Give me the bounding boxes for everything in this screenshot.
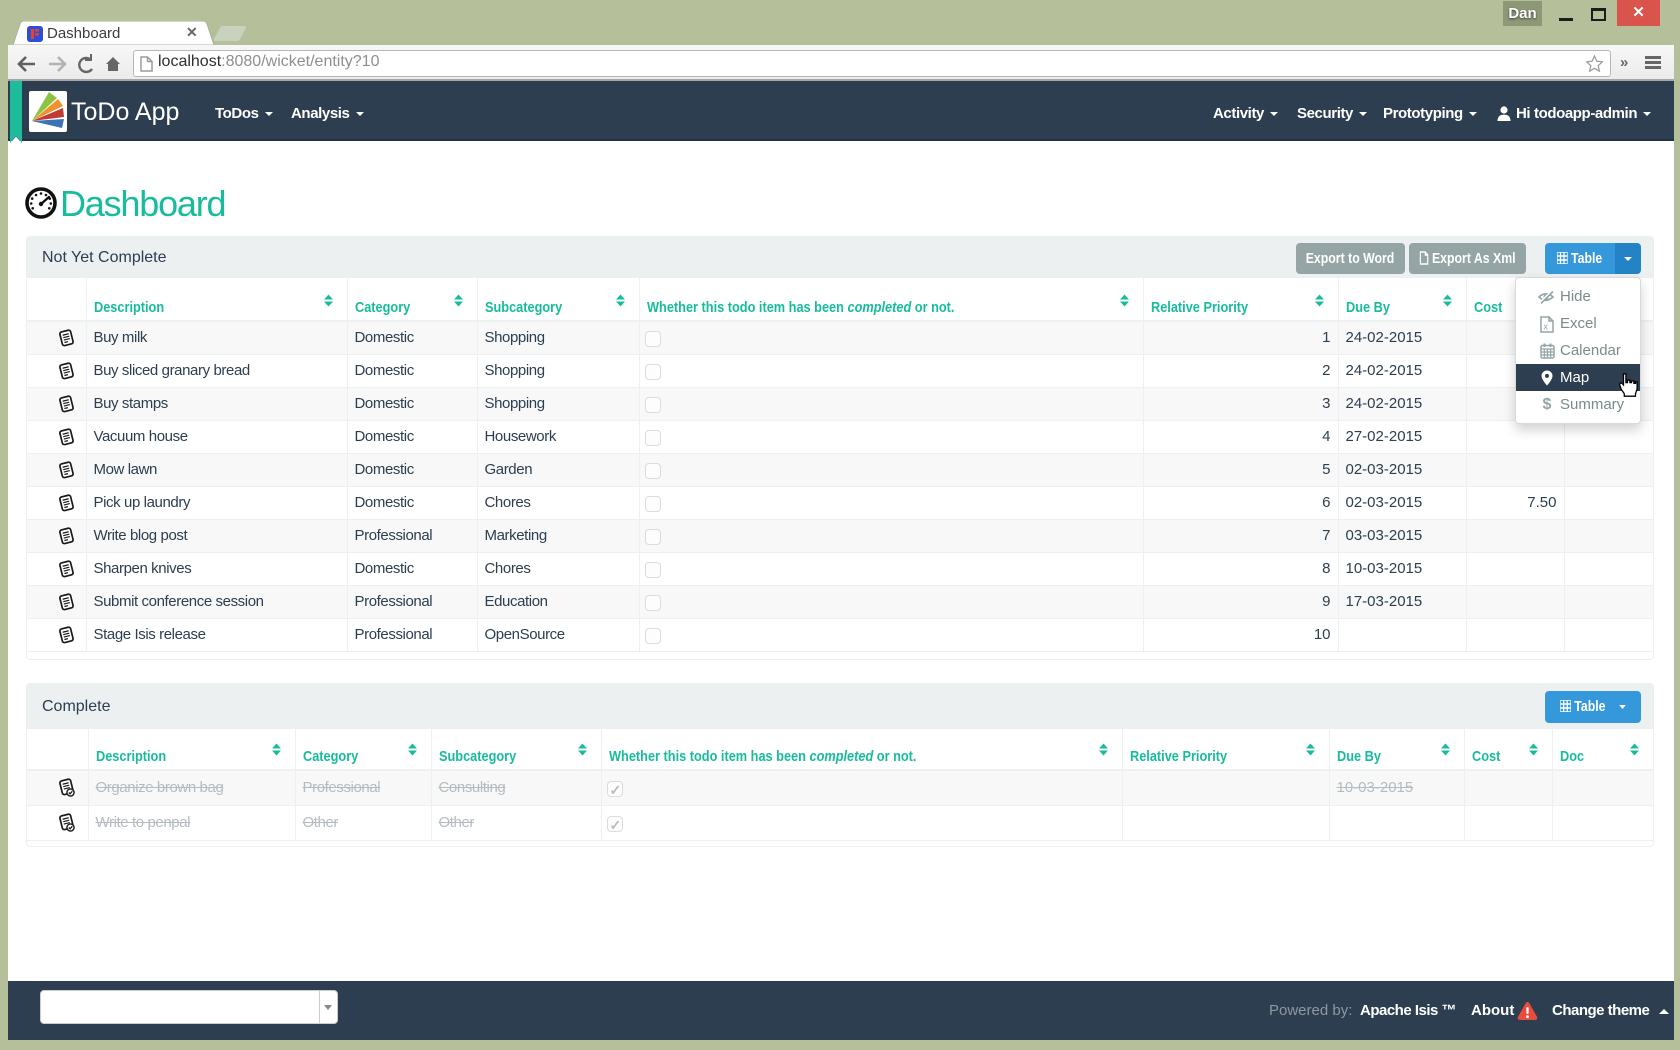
svg-text:x: x bbox=[1543, 321, 1548, 331]
